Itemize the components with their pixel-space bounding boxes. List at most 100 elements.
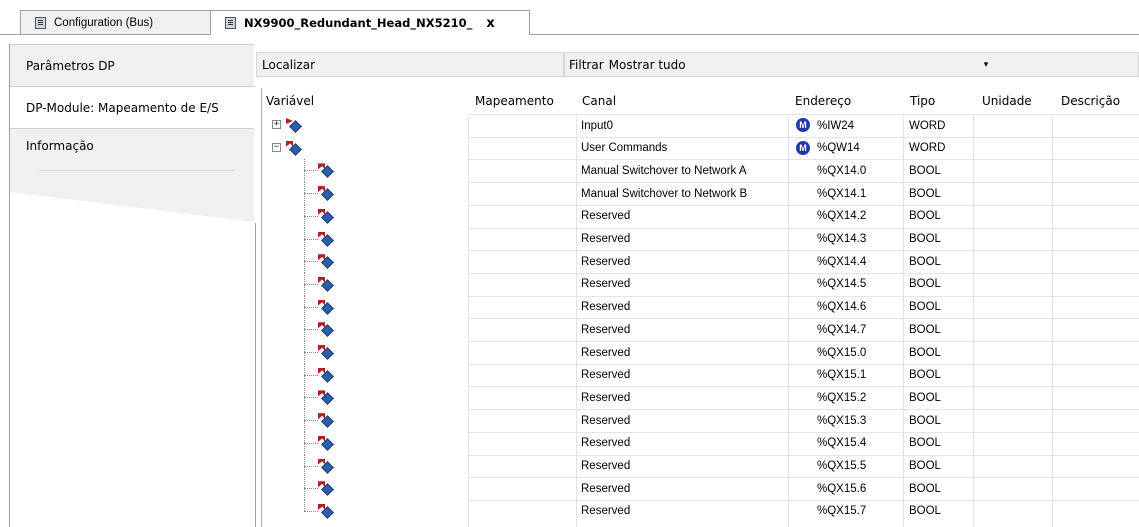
address-cell: %QX14.0 — [817, 164, 867, 177]
address-cell: %QX15.6 — [817, 482, 867, 495]
type-cell: WORD — [909, 142, 946, 155]
tree-line — [304, 397, 318, 399]
collapse-icon[interactable]: − — [272, 142, 281, 152]
nav-item-io-mapping[interactable]: DP-Module: Mapeamento de E/S — [9, 86, 255, 128]
tree-line — [304, 238, 318, 240]
variable-icon — [318, 413, 334, 428]
table-row[interactable]: Reserved %QX15.7 BOOL — [262, 499, 1139, 523]
table-row[interactable]: Reserved %QX15.3 BOOL — [262, 409, 1139, 433]
type-cell: BOOL — [909, 369, 941, 382]
channel-cell: Reserved — [581, 437, 631, 450]
table-row[interactable]: Reserved %QX14.4 BOOL — [262, 250, 1139, 274]
nav-item-parametros-dp[interactable]: Parâmetros DP — [9, 44, 254, 86]
table-row[interactable]: Reserved %QX14.3 BOOL — [262, 227, 1139, 251]
variable-icon — [318, 208, 334, 224]
channel-cell: Reserved — [581, 278, 631, 291]
type-cell: BOOL — [909, 505, 941, 518]
table-row[interactable]: Reserved %QX15.6 BOOL — [262, 477, 1139, 501]
table-row[interactable]: Reserved %QX14.2 BOOL — [262, 204, 1139, 228]
type-cell: BOOL — [909, 482, 941, 495]
row-divider — [468, 250, 1139, 252]
row-divider — [468, 363, 1139, 365]
column-header-variavel[interactable]: Variável — [265, 88, 314, 114]
document-tab-bar: Configuration (Bus) NX9900_Redundant_Hea… — [0, 0, 1139, 36]
column-header-unidade[interactable]: Unidade — [981, 88, 1032, 114]
address-cell: %QX14.6 — [817, 301, 867, 314]
tree-line — [304, 420, 318, 422]
type-cell: BOOL — [909, 278, 941, 291]
table-row[interactable]: Reserved %QX15.5 BOOL — [262, 454, 1139, 478]
row-divider — [468, 454, 1139, 456]
row-divider — [468, 499, 1139, 501]
row-divider — [468, 136, 1139, 138]
device-icon — [225, 17, 236, 29]
column-header-tipo[interactable]: Tipo — [909, 88, 935, 114]
table-row[interactable]: Reserved %QX15.0 BOOL — [262, 341, 1139, 364]
channel-cell: Reserved — [581, 346, 631, 359]
tree-line — [304, 488, 318, 490]
type-cell: BOOL — [909, 233, 941, 245]
tab-label: NX9900_Redundant_Head_NX5210_ — [244, 16, 473, 30]
type-cell: WORD — [909, 119, 946, 132]
channel-cell: User Commands — [581, 142, 668, 155]
row-divider — [468, 318, 1139, 320]
tree-line — [304, 442, 318, 444]
row-divider — [468, 204, 1139, 206]
find-label: Localizar — [262, 57, 316, 72]
nav-item-informacao[interactable]: Informação — [9, 128, 254, 172]
variable-icon — [318, 390, 334, 406]
column-header-descricao[interactable]: Descrição — [1060, 88, 1120, 114]
variable-icon — [318, 231, 334, 247]
table-row[interactable]: Reserved %QX15.1 BOOL — [262, 363, 1139, 387]
variable-icon — [318, 435, 334, 451]
column-header-endereco[interactable]: Endereço — [794, 88, 851, 114]
table-row[interactable]: Reserved %QX15.2 BOOL — [262, 386, 1139, 410]
channel-cell: Reserved — [581, 460, 631, 472]
type-cell: BOOL — [909, 187, 941, 200]
table-row[interactable]: Reserved %QX14.5 BOOL — [262, 272, 1139, 296]
nav-item-label: DP-Module: Mapeamento de E/S — [26, 100, 219, 115]
tree-line — [304, 261, 318, 263]
table-row[interactable]: Manual Switchover to Network A %QX14.0 BOO… — [262, 159, 1139, 183]
expand-icon[interactable]: + — [272, 120, 281, 129]
variable-icon — [318, 367, 334, 383]
chevron-down-icon[interactable]: ▾ — [977, 53, 995, 76]
row-divider — [468, 159, 1139, 161]
tree-line — [304, 352, 318, 353]
table-header: Variável Mapeamento Canal Endereço Tipo … — [262, 88, 1139, 114]
row-divider — [468, 295, 1139, 297]
variable-icon — [318, 481, 334, 497]
tab-configuration-bus[interactable]: Configuration (Bus) — [20, 10, 220, 35]
channel-cell: Reserved — [581, 391, 631, 404]
address-cell: %QX15.0 — [817, 346, 867, 359]
address-cell: %QX14.4 — [817, 255, 867, 268]
nav-panel-tail — [10, 172, 254, 222]
filter-dropdown[interactable]: Filtrar Mostrar tudo ▾ — [564, 52, 1139, 77]
column-header-mapeamento[interactable]: Mapeamento — [474, 88, 554, 114]
address-cell: %IW24 — [817, 119, 855, 132]
tree-line — [304, 193, 318, 195]
table-row[interactable]: + Input0 M %IW24 WORD — [262, 114, 1139, 137]
table-row[interactable]: − User Commands M %QW14 WORD — [262, 136, 1139, 160]
type-cell: BOOL — [909, 301, 941, 314]
column-header-canal[interactable]: Canal — [581, 88, 616, 114]
variable-icon — [318, 345, 334, 360]
address-cell: %QX15.5 — [817, 460, 867, 472]
nav-separator — [39, 170, 234, 171]
address-cell: %QX14.3 — [817, 233, 867, 245]
table-row[interactable]: Reserved %QX14.6 BOOL — [262, 295, 1139, 319]
mapped-badge-icon: M — [796, 118, 810, 132]
channel-cell: Reserved — [581, 301, 631, 314]
close-icon[interactable]: x — [486, 16, 494, 31]
tree-line — [304, 283, 318, 285]
row-divider — [468, 114, 1139, 115]
channel-cell: Reserved — [581, 255, 631, 268]
type-cell: BOOL — [909, 210, 941, 223]
find-input[interactable]: Localizar — [256, 52, 564, 77]
table-row[interactable]: Manual Switchover to Network B %QX14.1 BOO… — [262, 182, 1139, 206]
table-row[interactable]: Reserved %QX14.7 BOOL — [262, 318, 1139, 342]
tab-nx9900-redundant-head[interactable]: NX9900_Redundant_Head_NX5210_ x — [210, 10, 530, 35]
table-row[interactable]: Reserved %QX15.4 BOOL — [262, 431, 1139, 455]
row-divider — [468, 227, 1139, 229]
variable-icon — [286, 118, 302, 133]
